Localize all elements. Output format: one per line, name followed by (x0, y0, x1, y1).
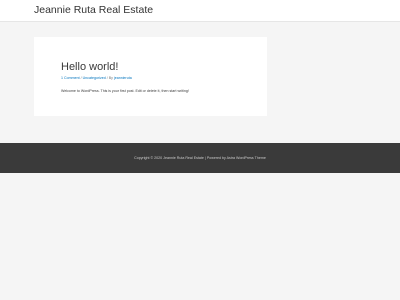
comments-link[interactable]: 1 Comment (61, 76, 80, 80)
post-card: Hello world! 1 Comment / Uncategorized /… (34, 37, 267, 116)
footer-copyright: Copyright © 2020 Jeannie Ruta Real Estat… (134, 156, 266, 160)
site-title-link[interactable]: Jeannie Ruta Real Estate (34, 4, 153, 17)
author-link[interactable]: jeannieruta (114, 76, 132, 80)
page: Jeannie Ruta Real Estate Hello world! 1 … (0, 0, 400, 300)
post-excerpt: Welcome to WordPress. This is your first… (61, 89, 189, 93)
post-title[interactable]: Hello world! (61, 61, 118, 74)
meta-by: / By (105, 76, 114, 80)
category-link[interactable]: Uncategorized (83, 76, 106, 80)
site-footer: Copyright © 2020 Jeannie Ruta Real Estat… (0, 143, 400, 173)
site-header: Jeannie Ruta Real Estate (0, 0, 400, 22)
post-meta: 1 Comment / Uncategorized / By jeannieru… (61, 76, 132, 81)
